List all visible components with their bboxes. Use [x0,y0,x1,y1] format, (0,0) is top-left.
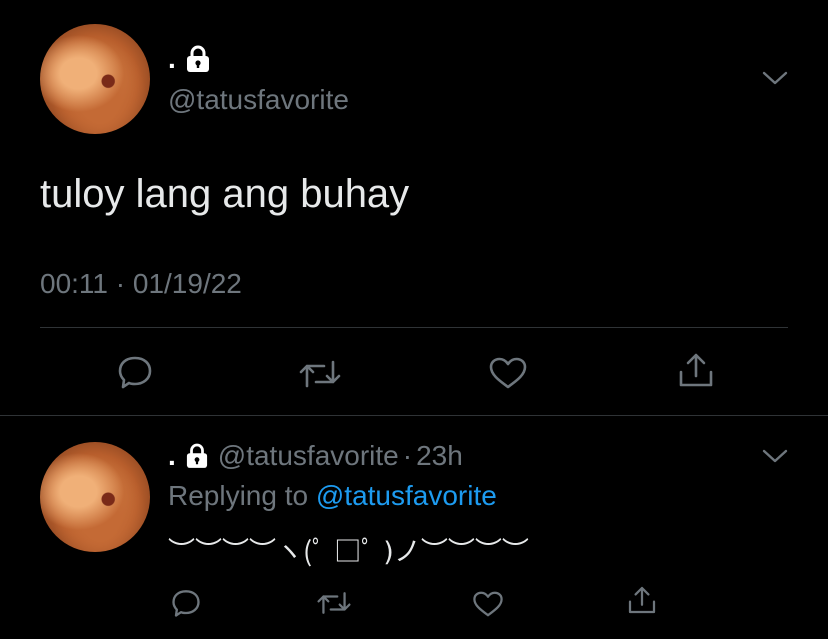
display-name[interactable]: . [168,45,176,73]
reply-icon[interactable] [170,588,202,618]
reply-header: . @tatusfavorite · 23h [168,440,463,472]
replying-prefix: Replying to [168,480,316,511]
tweet-text: tuloy lang ang buhay [40,172,410,216]
divider [40,327,788,328]
heart-icon[interactable] [472,590,504,618]
tweet-text: ︶︶︶︶ヽ(ﾟ □ﾟ )ノ︶︶︶︶ [168,537,529,568]
retweet-icon[interactable] [298,358,342,390]
lock-icon [186,443,208,469]
share-icon[interactable] [626,584,658,616]
tweet-age[interactable]: 23h [416,440,463,472]
avatar[interactable] [40,24,150,134]
handle[interactable]: @tatusfavorite [218,440,399,472]
replying-to-line: Replying to @tatusfavorite [168,480,497,512]
retweet-icon[interactable] [316,590,352,616]
separator: · [402,440,413,471]
replying-to-link[interactable]: @tatusfavorite [316,480,497,511]
lock-icon [186,45,210,73]
chevron-down-icon[interactable] [762,70,788,86]
reply-icon[interactable] [116,354,154,390]
share-icon[interactable] [676,350,716,390]
avatar[interactable] [40,442,150,552]
display-name[interactable]: . [168,440,176,472]
chevron-down-icon[interactable] [762,448,788,464]
section-divider [0,415,828,416]
timestamp[interactable]: 00:11 · 01/19/22 [40,268,242,300]
heart-icon[interactable] [488,356,528,390]
handle[interactable]: @tatusfavorite [168,84,349,116]
display-name-row: . [168,44,210,74]
